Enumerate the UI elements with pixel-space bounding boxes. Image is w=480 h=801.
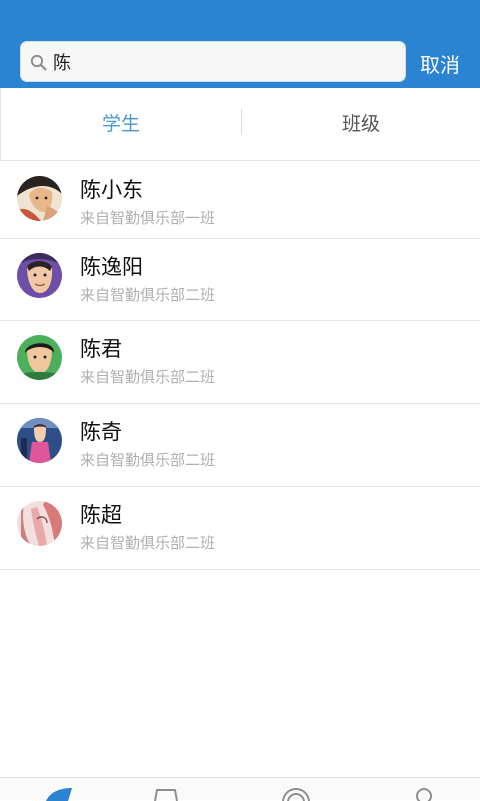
student-class: 来自智勤俱乐部二班 [80,451,216,469]
list-item[interactable]: 陈奇 来自智勤俱乐部二班 [0,404,480,487]
tab-bar: 学生 班级 [0,88,480,161]
avatar [17,418,62,463]
student-name: 陈逸阳 [80,255,143,279]
list-item[interactable]: 陈君 来自智勤俱乐部二班 [0,321,480,404]
list-item[interactable]: 陈逸阳 来自智勤俱乐部二班 [0,239,480,321]
list-item[interactable]: 陈小东 来自智勤俱乐部一班 [0,161,480,239]
student-name: 陈奇 [80,420,122,444]
bottom-tab-bar [0,777,480,801]
result-list: 陈小东 来自智勤俱乐部一班 陈逸阳 来自智勤俱乐部二班 陈君 来自智勤俱乐部二班… [0,161,480,570]
avatar [17,335,62,380]
tab-classes[interactable]: 班级 [241,88,480,160]
discover-icon[interactable] [280,786,312,801]
list-item[interactable]: 陈超 来自智勤俱乐部二班 [0,487,480,570]
home-icon[interactable] [44,786,74,801]
student-class: 来自智勤俱乐部二班 [80,368,216,386]
avatar [17,176,62,221]
header-bar: 取消 [0,0,480,88]
student-name: 陈君 [80,337,122,361]
avatar [17,253,62,298]
profile-icon[interactable] [412,786,436,801]
student-class: 来自智勤俱乐部一班 [80,209,216,227]
student-name: 陈小东 [80,178,143,202]
cancel-button[interactable]: 取消 [420,49,460,78]
search-icon [30,54,47,71]
student-class: 来自智勤俱乐部二班 [80,534,216,552]
student-class: 来自智勤俱乐部二班 [80,286,216,304]
student-name: 陈超 [80,503,122,527]
tab-students[interactable]: 学生 [1,88,241,160]
search-input[interactable] [53,48,393,76]
search-box[interactable] [20,41,406,82]
message-icon[interactable] [152,786,180,801]
avatar [17,501,62,546]
